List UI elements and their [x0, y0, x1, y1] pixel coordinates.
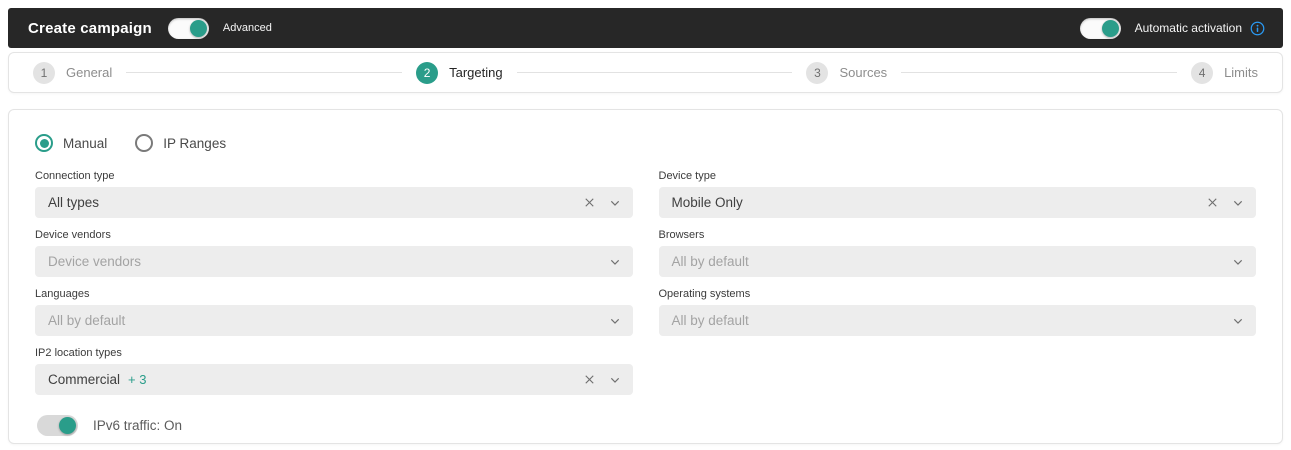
select-icons: [1205, 195, 1246, 211]
step-number: 2: [416, 61, 439, 84]
step-label: Targeting: [449, 65, 503, 80]
step-label: General: [66, 65, 113, 80]
radio-label: Manual: [63, 135, 108, 151]
ipv6-toggle-label: IPv6 traffic: On: [93, 418, 183, 433]
select-icons: [582, 372, 623, 388]
step-connector: [126, 72, 403, 73]
chevron-down-icon[interactable]: [607, 195, 623, 211]
targeting-form-card: Manual IP Ranges Connection type All typ…: [8, 109, 1283, 444]
placeholder-value: All by default: [671, 313, 749, 328]
radio-label: IP Ranges: [163, 135, 227, 151]
connection-type-field: Connection type All types: [35, 170, 633, 218]
page-title: Create campaign: [28, 19, 152, 37]
browsers-field: Browsers All by default: [658, 229, 1256, 277]
more-selected-badge[interactable]: + 3: [128, 372, 581, 387]
chevron-down-icon[interactable]: [1230, 195, 1246, 211]
toggle-knob: [1101, 19, 1119, 37]
languages-select[interactable]: All by default: [35, 305, 633, 336]
advanced-toggle[interactable]: [167, 17, 209, 39]
selected-value: Mobile Only: [671, 195, 743, 210]
languages-field: Languages All by default: [35, 288, 633, 336]
chevron-down-icon[interactable]: [607, 313, 623, 329]
chevron-down-icon[interactable]: [1230, 254, 1246, 270]
automatic-activation-toggle[interactable]: [1079, 17, 1121, 39]
clear-icon[interactable]: [582, 372, 597, 387]
radio-manual[interactable]: Manual: [35, 134, 107, 152]
header-right: Automatic activation: [1079, 17, 1265, 39]
right-column: Device type Mobile Only Browsers All by …: [658, 170, 1256, 406]
select-icons: [607, 313, 623, 329]
placeholder-value: Device vendors: [48, 254, 142, 269]
toggle-knob: [189, 19, 207, 37]
fields-grid: Connection type All types Device vendors…: [35, 170, 1256, 406]
info-icon[interactable]: [1250, 21, 1265, 36]
header-left: Create campaign Advanced: [28, 17, 272, 39]
browsers-select[interactable]: All by default: [658, 246, 1256, 277]
step-number: 3: [806, 61, 829, 84]
radio-checked-icon: [35, 134, 53, 152]
select-icons: [1230, 313, 1246, 329]
ip2-location-types-field: IP2 location types Commercial + 3: [35, 347, 633, 395]
left-column: Connection type All types Device vendors…: [35, 170, 633, 406]
step-general[interactable]: 1 General: [33, 61, 113, 84]
toggle-knob: [59, 417, 76, 434]
device-type-select[interactable]: Mobile Only: [658, 187, 1256, 218]
device-type-field: Device type Mobile Only: [658, 170, 1256, 218]
ip2-location-types-select[interactable]: Commercial + 3: [35, 364, 633, 395]
radio-unchecked-icon: [135, 134, 154, 152]
field-label: Device vendors: [35, 229, 111, 241]
chevron-down-icon[interactable]: [1230, 313, 1246, 329]
select-icons: [1230, 254, 1246, 270]
field-label: Connection type: [35, 170, 115, 182]
targeting-mode-radios: Manual IP Ranges: [35, 134, 1256, 152]
field-label: IP2 location types: [35, 347, 122, 359]
clear-icon[interactable]: [1205, 195, 1220, 210]
automatic-activation-label: Automatic activation: [1134, 21, 1242, 35]
step-sources[interactable]: 3 Sources: [806, 61, 888, 84]
ipv6-toggle[interactable]: [37, 415, 78, 436]
device-vendors-field: Device vendors Device vendors: [35, 229, 633, 277]
step-limits[interactable]: 4 Limits: [1191, 61, 1259, 84]
header-bar: Create campaign Advanced Automatic activ…: [8, 8, 1283, 48]
connection-type-select[interactable]: All types: [35, 187, 633, 218]
step-label: Sources: [839, 65, 888, 80]
step-connector: [901, 72, 1178, 73]
placeholder-value: All by default: [48, 313, 126, 328]
device-vendors-select[interactable]: Device vendors: [35, 246, 633, 277]
select-icons: [582, 195, 623, 211]
advanced-toggle-label: Advanced: [222, 22, 272, 34]
step-targeting[interactable]: 2 Targeting: [416, 61, 503, 84]
clear-icon[interactable]: [582, 195, 597, 210]
step-number: 1: [33, 61, 55, 84]
radio-ip-ranges[interactable]: IP Ranges: [135, 134, 226, 152]
field-label: Device type: [658, 170, 716, 182]
selected-value: Commercial: [48, 372, 121, 387]
field-label: Operating systems: [658, 288, 751, 300]
chevron-down-icon[interactable]: [607, 254, 623, 270]
operating-systems-field: Operating systems All by default: [658, 288, 1256, 336]
field-label: Browsers: [658, 229, 705, 241]
field-label: Languages: [35, 288, 90, 300]
operating-systems-select[interactable]: All by default: [658, 305, 1256, 336]
step-label: Limits: [1224, 65, 1259, 80]
step-number: 4: [1191, 61, 1214, 84]
chevron-down-icon[interactable]: [607, 372, 623, 388]
selected-value: All types: [48, 195, 100, 210]
select-icons: [607, 254, 623, 270]
step-connector: [516, 72, 793, 73]
placeholder-value: All by default: [671, 254, 749, 269]
ipv6-toggle-row: IPv6 traffic: On: [35, 415, 1256, 436]
stepper: 1 General 2 Targeting 3 Sources 4 Limits: [8, 52, 1283, 93]
